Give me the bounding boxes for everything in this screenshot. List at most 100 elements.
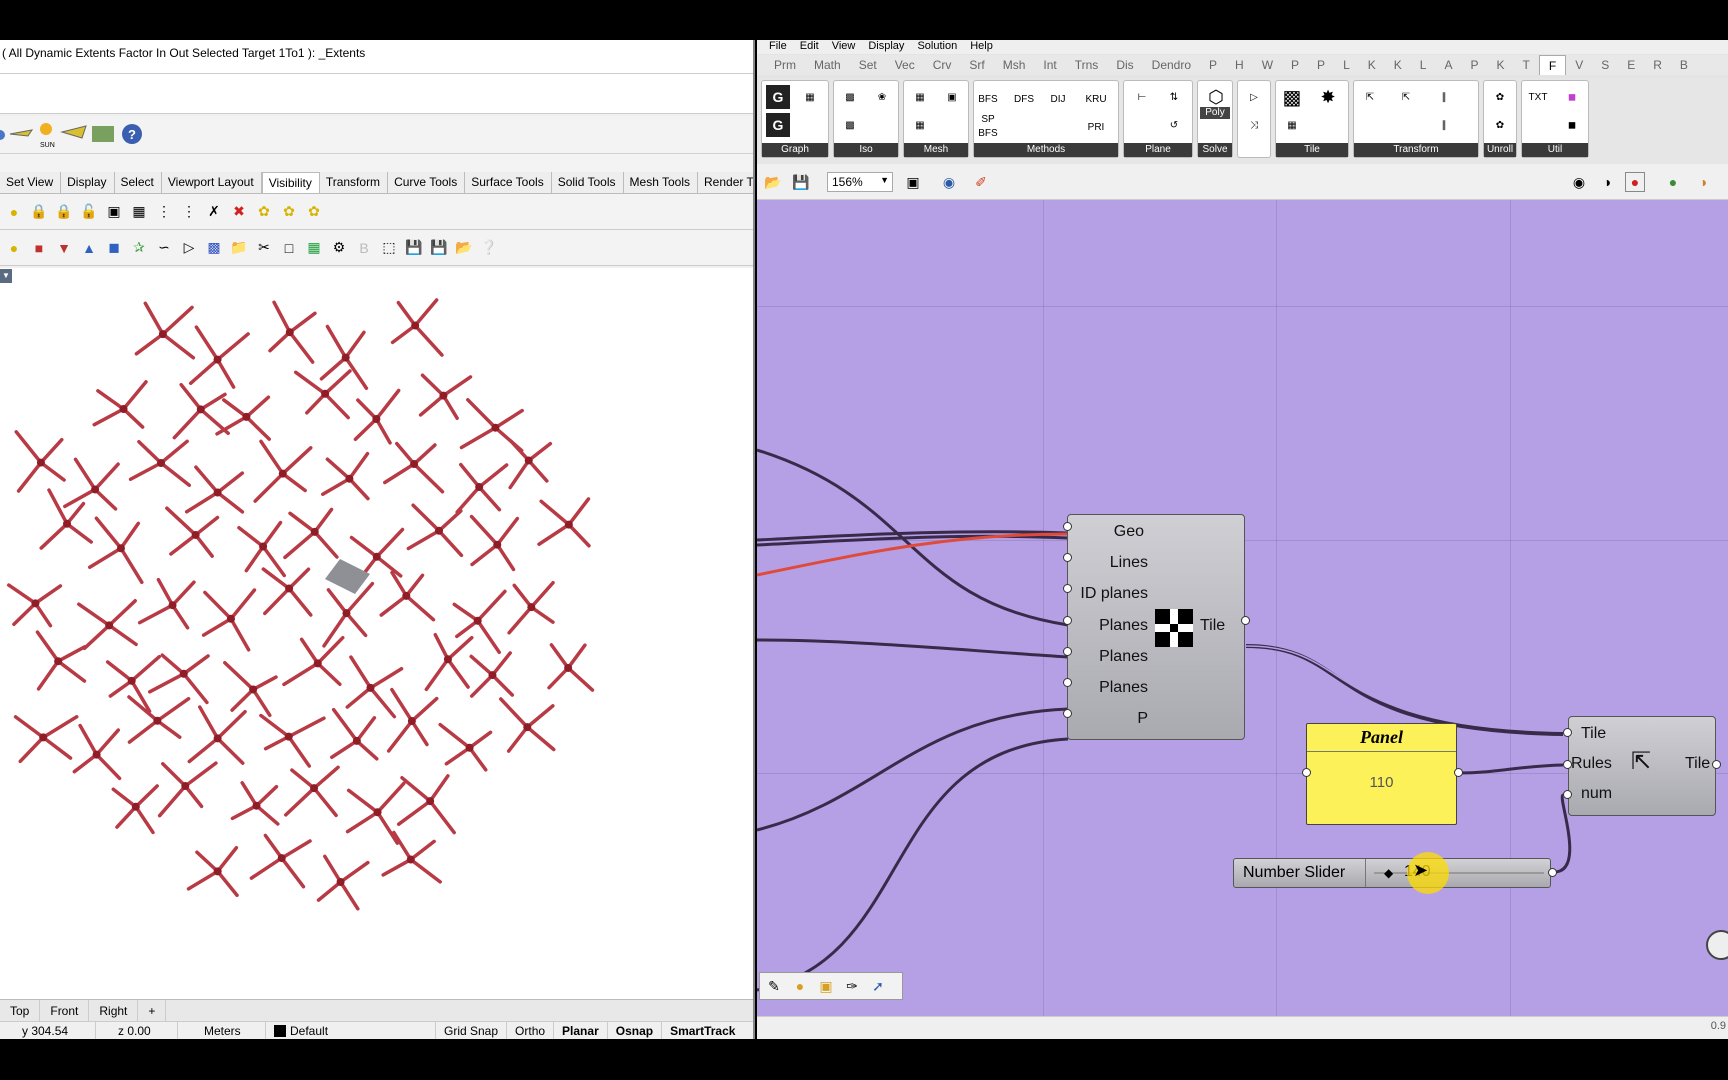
unlock-icon[interactable]: 🔓 — [79, 202, 99, 222]
delete-hidden-icon[interactable]: ✖ — [229, 202, 249, 222]
gh-tab-p[interactable]: P — [1308, 55, 1334, 75]
gh-tab-h[interactable]: H — [1226, 55, 1253, 75]
port[interactable] — [1454, 768, 1463, 777]
tile-component[interactable]: Geo Lines ID planes Planes Planes Planes… — [1067, 514, 1245, 740]
preview-color-icon[interactable]: ◑ — [1693, 172, 1713, 192]
gh-tab-set[interactable]: Set — [850, 55, 886, 75]
util-block-icon[interactable]: ◼ — [1560, 113, 1584, 137]
gh-tab-s[interactable]: S — [1592, 55, 1618, 75]
gh-tab-w[interactable]: W — [1253, 55, 1282, 75]
number-slider[interactable]: Number Slider 140 ◆ — [1233, 858, 1551, 888]
preview-off-icon[interactable]: ◉ — [1569, 172, 1589, 192]
frame-icon[interactable]: □ — [279, 238, 299, 258]
open-file-icon[interactable]: 📂 — [763, 172, 783, 192]
properties-icon[interactable]: ■ — [29, 238, 49, 258]
viewport-tab-top[interactable]: Top — [0, 1000, 41, 1021]
bold-icon[interactable]: B — [354, 238, 374, 258]
gh-tab-prm[interactable]: Prm — [765, 55, 805, 75]
bulb-on-icon[interactable]: ✿ — [279, 202, 299, 222]
plane-arrow-icon[interactable]: ⊢ — [1130, 85, 1154, 109]
slider-grip-icon[interactable]: ◆ — [1384, 866, 1393, 880]
iso-lattice-icon[interactable]: ▩ — [838, 113, 862, 137]
osnap-toggle[interactable]: Osnap — [608, 1021, 663, 1039]
input-p[interactable]: P — [1137, 710, 1148, 728]
tab-set-view[interactable]: Set View — [0, 172, 62, 193]
solve-curve-icon[interactable]: ▷ — [1242, 85, 1266, 109]
iso-cube-icon[interactable]: ▩ — [838, 85, 862, 109]
input-tile[interactable]: Tile — [1581, 725, 1606, 743]
lock-icon[interactable]: 🔒 — [54, 202, 74, 222]
mesh-icon[interactable]: ▩ — [204, 238, 224, 258]
viewport-menu-icon[interactable]: ▼ — [0, 269, 12, 283]
folder-icon[interactable]: 📁 — [229, 238, 249, 258]
tab-viewport-layout[interactable]: Viewport Layout — [162, 172, 262, 193]
port[interactable] — [1563, 760, 1572, 769]
port[interactable] — [1241, 616, 1250, 625]
preview-wire-icon[interactable]: ◑ — [1597, 172, 1617, 192]
gh-tab-a[interactable]: A — [1435, 55, 1461, 75]
transform-cyl-icon[interactable]: ∥ — [1432, 85, 1456, 109]
sp-bfs-button[interactable]: BFS — [976, 121, 1000, 145]
gh-tab-r[interactable]: R — [1644, 55, 1671, 75]
add-viewport-tab-icon[interactable]: + — [138, 1000, 167, 1021]
gh-tab-crv[interactable]: Crv — [924, 55, 961, 75]
tab-mesh-tools[interactable]: Mesh Tools — [624, 172, 699, 193]
open-folder-icon[interactable]: 📂 — [454, 238, 474, 258]
render-icon[interactable] — [92, 126, 114, 142]
gh-canvas[interactable]: Geo Lines ID planes Planes Planes Planes… — [757, 200, 1728, 1017]
tape-icon[interactable]: ✂ — [254, 238, 274, 258]
input-num[interactable]: num — [1581, 785, 1612, 803]
mesh-box-icon[interactable]: ▦ — [908, 85, 932, 109]
pointer-icon[interactable]: ▷ — [179, 238, 199, 258]
save-hpgl-icon[interactable]: 💾 — [429, 238, 449, 258]
plane-xyz-icon[interactable]: ⇅ — [1162, 85, 1186, 109]
iso-knot-icon[interactable]: ❀ — [870, 85, 894, 109]
line-tool-icon[interactable]: ✑ — [842, 976, 862, 996]
gh-tab-l[interactable]: L — [1334, 55, 1359, 75]
command-prompt[interactable] — [0, 74, 753, 114]
ortho-toggle[interactable]: Ortho — [507, 1021, 555, 1039]
dfs-button[interactable]: DFS — [1012, 87, 1036, 111]
sketch-icon[interactable]: ✐ — [971, 172, 991, 192]
output-tile[interactable]: Tile — [1200, 617, 1225, 635]
port[interactable] — [1063, 678, 1072, 687]
tile-rules-component[interactable]: Tile Rules num ⇱ Tile — [1568, 716, 1716, 816]
gh-tab-math[interactable]: Math — [805, 55, 850, 75]
gh-tab-p[interactable]: P — [1282, 55, 1308, 75]
util-cube-icon[interactable]: ◼ — [1560, 85, 1584, 109]
slider-track[interactable] — [1374, 872, 1544, 874]
port[interactable] — [1063, 584, 1072, 593]
gh-tab-k[interactable]: K — [1359, 55, 1385, 75]
tab-select[interactable]: Select — [115, 172, 162, 193]
panel-value[interactable]: 110 — [1307, 752, 1456, 791]
gh-tab-f[interactable]: F — [1538, 55, 1567, 75]
plane-rotate-icon[interactable]: ↺ — [1162, 113, 1186, 137]
graph-g2-icon[interactable]: G — [766, 113, 790, 137]
mesh-2d-icon[interactable]: ▦ — [908, 113, 932, 137]
tile-star-icon[interactable]: ✸ — [1316, 85, 1340, 109]
star-icon[interactable]: ✰ — [129, 238, 149, 258]
tab-solid-tools[interactable]: Solid Tools — [552, 172, 624, 193]
dashed-frame-icon[interactable]: ⬚ — [379, 238, 399, 258]
port[interactable] — [1063, 553, 1072, 562]
gh-tab-l[interactable]: L — [1411, 55, 1436, 75]
input-planes-3[interactable]: Planes — [1099, 679, 1148, 697]
gh-tab-int[interactable]: Int — [1034, 55, 1065, 75]
lock-swap-icon[interactable]: ▦ — [129, 202, 149, 222]
planar-toggle[interactable]: Planar — [554, 1021, 608, 1039]
input-geo[interactable]: Geo — [1114, 523, 1144, 541]
kru-button[interactable]: KRU — [1084, 87, 1108, 111]
bulb-on-icon[interactable]: ✿ — [254, 202, 274, 222]
pri-button[interactable]: PRI — [1084, 115, 1108, 139]
lock-selected-icon[interactable]: ▣ — [104, 202, 124, 222]
gh-tab-e[interactable]: E — [1618, 55, 1644, 75]
wire[interactable] — [757, 638, 1069, 659]
input-rules[interactable]: Rules — [1571, 755, 1612, 773]
wire[interactable] — [757, 707, 1069, 832]
gh-tab-vec[interactable]: Vec — [886, 55, 924, 75]
port[interactable] — [1302, 768, 1311, 777]
port[interactable] — [1063, 647, 1072, 656]
tab-visibility[interactable]: Visibility — [261, 172, 320, 193]
gh-tab-v[interactable]: V — [1566, 55, 1592, 75]
candy-cane-icon[interactable]: ⤨ — [1242, 113, 1266, 137]
